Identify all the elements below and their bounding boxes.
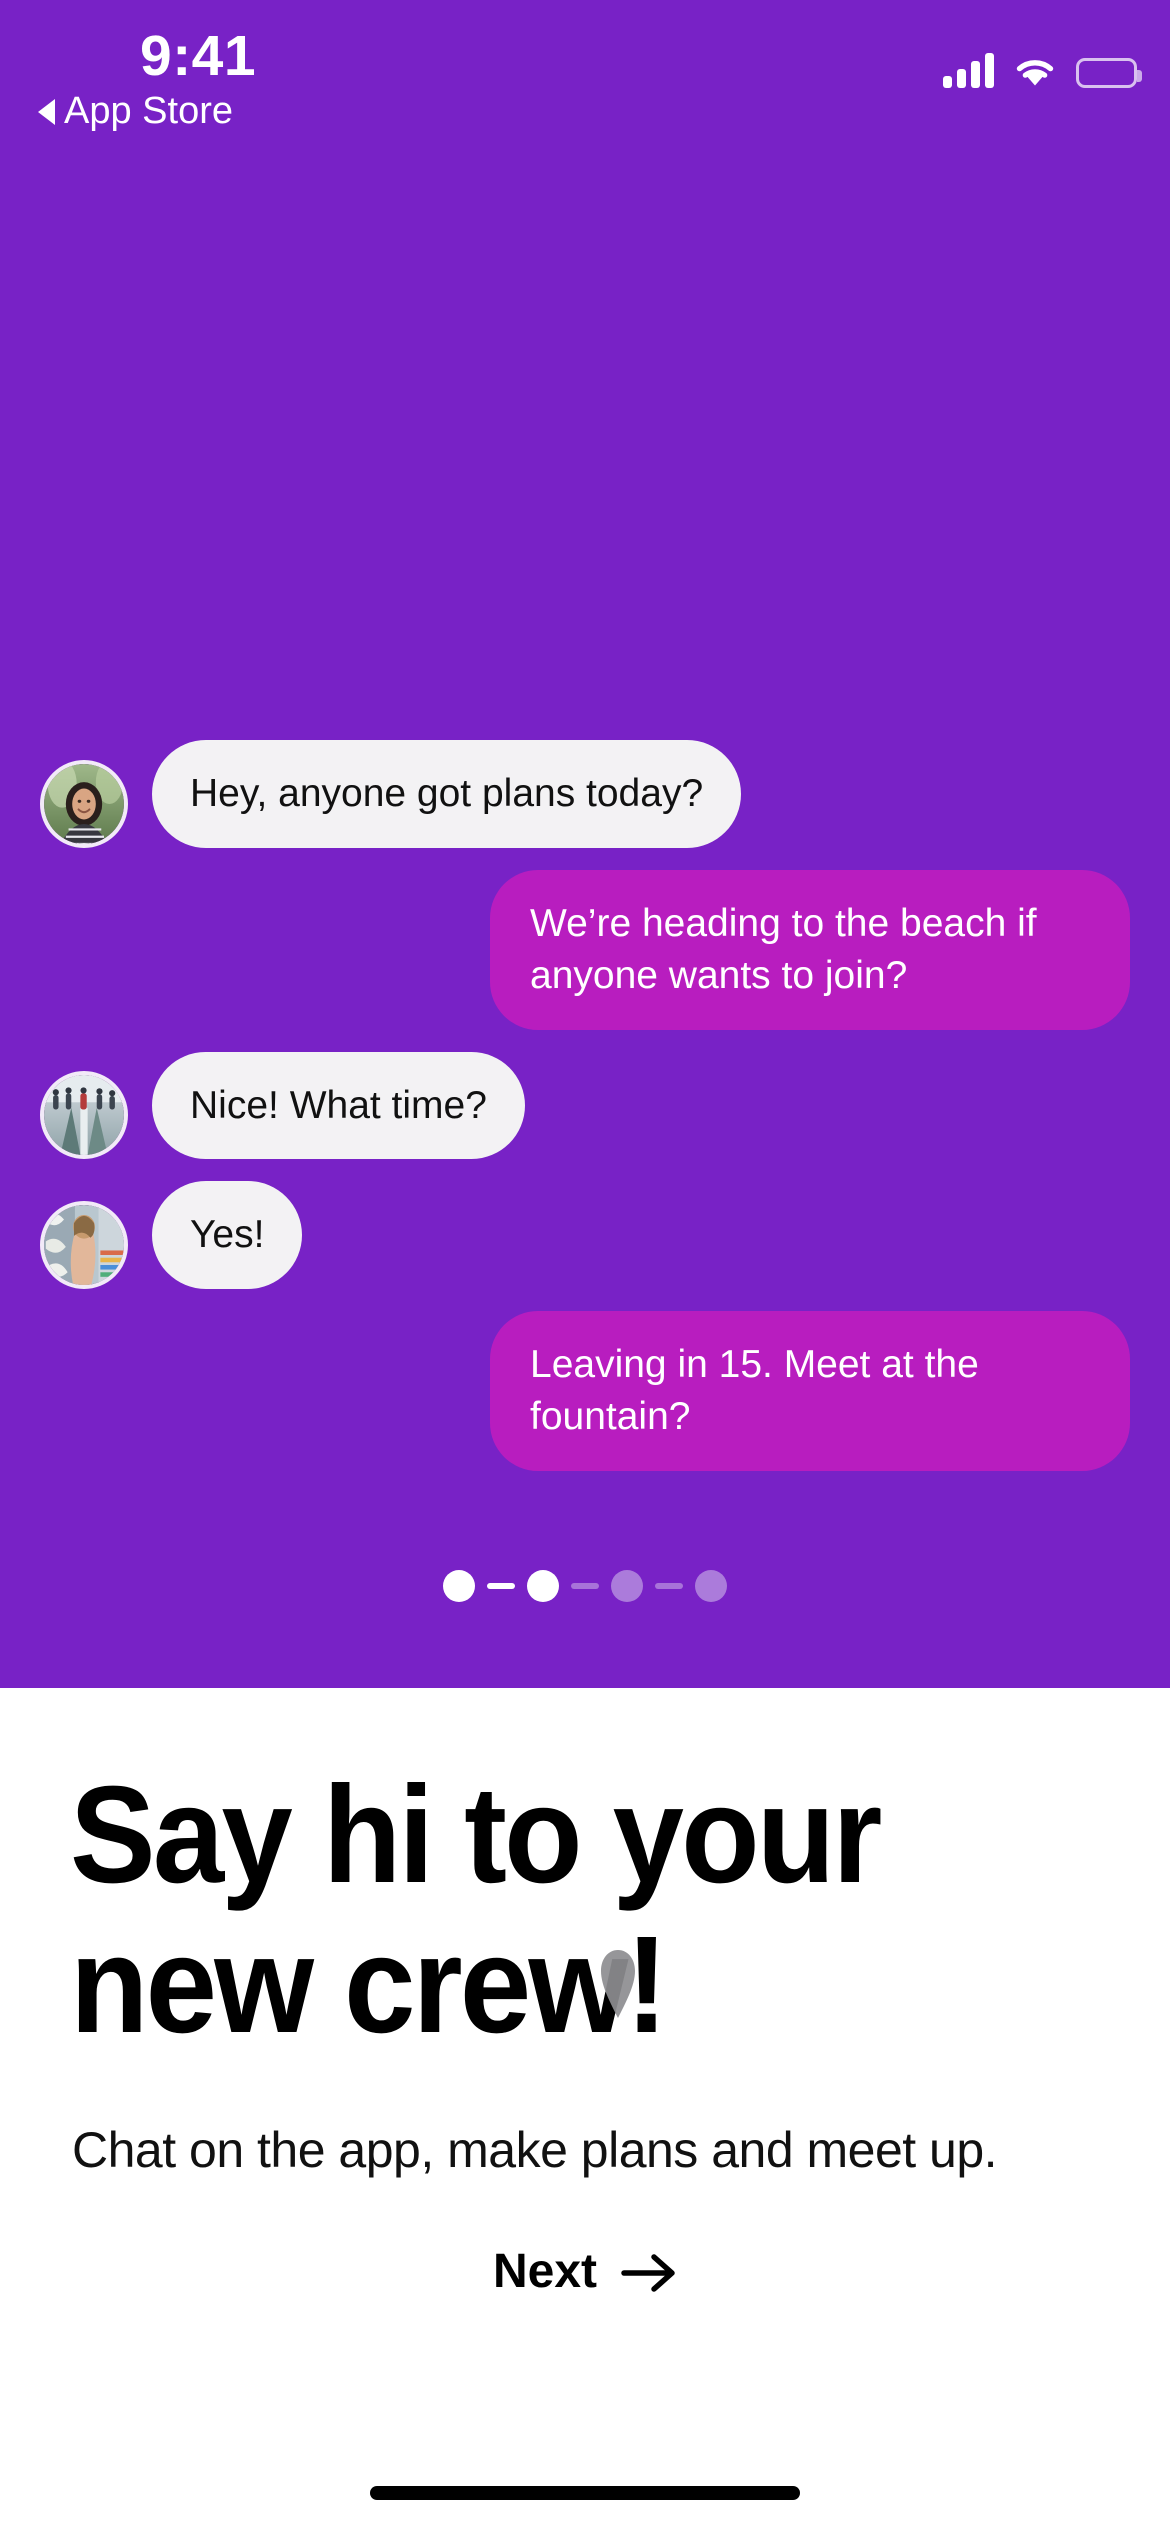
back-to-app-store-button[interactable]: App Store xyxy=(38,90,233,133)
next-button[interactable]: Next xyxy=(0,2244,1170,2299)
progress-connector-1 xyxy=(487,1583,515,1589)
page-subtitle: Chat on the app, make plans and meet up. xyxy=(72,2122,998,2178)
hero-chat-preview: 9:41 App Store Hey, anyone got plans tod… xyxy=(0,0,1170,1688)
headline-line-2: new crew! xyxy=(70,1908,668,2063)
onboarding-progress-indicator xyxy=(0,1570,1170,1602)
arrow-right-icon xyxy=(621,2251,677,2293)
chat-row: Hey, anyone got plans today? xyxy=(40,740,1130,848)
progress-dot-4[interactable] xyxy=(695,1570,727,1602)
chat-bubble-incoming: Hey, anyone got plans today? xyxy=(152,740,742,848)
status-bar-time: 9:41 xyxy=(140,24,257,88)
chat-bubble-outgoing: Leaving in 15. Meet at the fountain? xyxy=(490,1311,1130,1472)
progress-dot-2[interactable] xyxy=(527,1570,559,1602)
page-title: Say hi to your new crew! xyxy=(70,1760,1028,2061)
progress-connector-3 xyxy=(655,1583,683,1589)
status-bar-indicators xyxy=(943,52,1142,88)
progress-connector-2 xyxy=(571,1583,599,1589)
chat-bubble-incoming: Yes! xyxy=(152,1181,303,1290)
battery-icon xyxy=(1076,58,1142,88)
headline-line-1: Say hi to your xyxy=(70,1758,882,1912)
avatar[interactable] xyxy=(40,759,128,848)
progress-dot-1[interactable] xyxy=(443,1570,475,1602)
chat-row: We’re heading to the beach if anyone wan… xyxy=(40,869,1130,1030)
back-label: App Store xyxy=(64,90,233,132)
back-triangle-icon xyxy=(38,98,55,125)
avatar[interactable] xyxy=(40,1201,128,1290)
wifi-icon xyxy=(1013,54,1057,88)
chat-bubble-incoming: Nice! What time? xyxy=(152,1051,525,1160)
chat-row: Yes! xyxy=(40,1181,1130,1290)
next-button-label: Next xyxy=(492,2245,598,2298)
onboarding-text-panel: Say hi to your new crew! Chat on the app… xyxy=(0,1688,1170,2532)
chat-message-list: Hey, anyone got plans today? We’re headi… xyxy=(0,740,1170,1493)
cellular-signal-icon xyxy=(943,52,994,88)
chat-bubble-outgoing: We’re heading to the beach if anyone wan… xyxy=(490,869,1130,1030)
status-bar: 9:41 App Store xyxy=(0,0,1170,150)
chat-row: Leaving in 15. Meet at the fountain? xyxy=(40,1311,1130,1472)
avatar[interactable] xyxy=(40,1071,128,1160)
progress-dot-3[interactable] xyxy=(611,1570,643,1602)
home-indicator[interactable] xyxy=(370,2486,800,2500)
chat-row: Nice! What time? xyxy=(40,1051,1130,1160)
onboarding-screen: 9:41 App Store Hey, anyone got plans tod… xyxy=(0,0,1170,2532)
